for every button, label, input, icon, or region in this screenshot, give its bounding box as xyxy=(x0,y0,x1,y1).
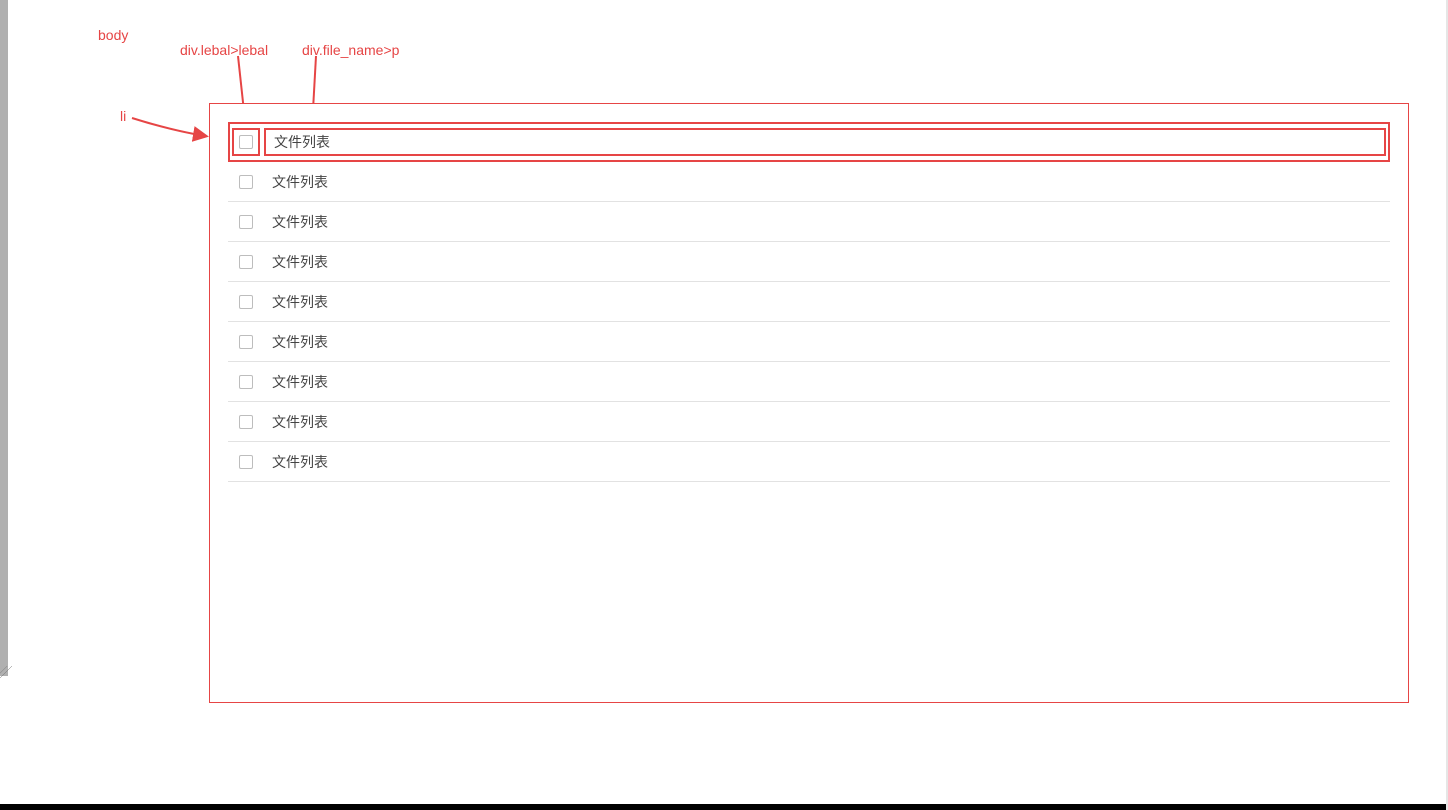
file-name-cell: 文件列表 xyxy=(264,128,1386,156)
checkbox-wrapper[interactable] xyxy=(232,168,260,196)
file-name-text: 文件列表 xyxy=(272,252,328,272)
checkbox[interactable] xyxy=(239,295,253,309)
list-item[interactable]: 文件列表 xyxy=(228,202,1390,242)
file-name-text: 文件列表 xyxy=(272,172,328,192)
list-item[interactable]: 文件列表 xyxy=(228,282,1390,322)
annotation-lebal: div.lebal>lebal xyxy=(180,42,268,58)
list-item[interactable]: 文件列表 xyxy=(228,442,1390,482)
checkbox[interactable] xyxy=(239,455,253,469)
checkbox-wrapper[interactable] xyxy=(232,128,260,156)
annotation-body: body xyxy=(98,27,128,43)
file-name-text: 文件列表 xyxy=(272,332,328,352)
checkbox[interactable] xyxy=(239,375,253,389)
list-item[interactable]: 文件列表 xyxy=(228,122,1390,162)
file-name-cell: 文件列表 xyxy=(264,368,1386,396)
list-item[interactable]: 文件列表 xyxy=(228,322,1390,362)
window-bottom-border xyxy=(0,804,1448,810)
file-name-text: 文件列表 xyxy=(274,132,330,152)
checkbox[interactable] xyxy=(239,175,253,189)
container: 文件列表文件列表文件列表文件列表文件列表文件列表文件列表文件列表文件列表 xyxy=(209,103,1409,703)
file-name-cell: 文件列表 xyxy=(264,208,1386,236)
resize-grip-icon xyxy=(0,666,12,678)
scrollbar-track[interactable] xyxy=(0,0,8,676)
checkbox-wrapper[interactable] xyxy=(232,208,260,236)
checkbox-wrapper[interactable] xyxy=(232,328,260,356)
file-list: 文件列表文件列表文件列表文件列表文件列表文件列表文件列表文件列表文件列表 xyxy=(210,104,1408,482)
checkbox[interactable] xyxy=(239,415,253,429)
file-name-text: 文件列表 xyxy=(272,452,328,472)
checkbox-wrapper[interactable] xyxy=(232,368,260,396)
file-name-cell: 文件列表 xyxy=(264,248,1386,276)
checkbox-wrapper[interactable] xyxy=(232,408,260,436)
list-item[interactable]: 文件列表 xyxy=(228,162,1390,202)
checkbox[interactable] xyxy=(239,215,253,229)
checkbox[interactable] xyxy=(239,135,253,149)
annotation-file-name: div.file_name>p xyxy=(302,42,399,58)
file-name-text: 文件列表 xyxy=(272,412,328,432)
checkbox[interactable] xyxy=(239,255,253,269)
list-item[interactable]: 文件列表 xyxy=(228,402,1390,442)
checkbox[interactable] xyxy=(239,335,253,349)
file-name-cell: 文件列表 xyxy=(264,328,1386,356)
file-name-cell: 文件列表 xyxy=(264,448,1386,476)
checkbox-wrapper[interactable] xyxy=(232,288,260,316)
checkbox-wrapper[interactable] xyxy=(232,448,260,476)
annotation-li: li xyxy=(120,108,126,124)
file-name-cell: 文件列表 xyxy=(264,168,1386,196)
list-item[interactable]: 文件列表 xyxy=(228,242,1390,282)
file-name-text: 文件列表 xyxy=(272,212,328,232)
file-name-cell: 文件列表 xyxy=(264,408,1386,436)
file-name-cell: 文件列表 xyxy=(264,288,1386,316)
list-item[interactable]: 文件列表 xyxy=(228,362,1390,402)
checkbox-wrapper[interactable] xyxy=(232,248,260,276)
file-name-text: 文件列表 xyxy=(272,372,328,392)
file-name-text: 文件列表 xyxy=(272,292,328,312)
